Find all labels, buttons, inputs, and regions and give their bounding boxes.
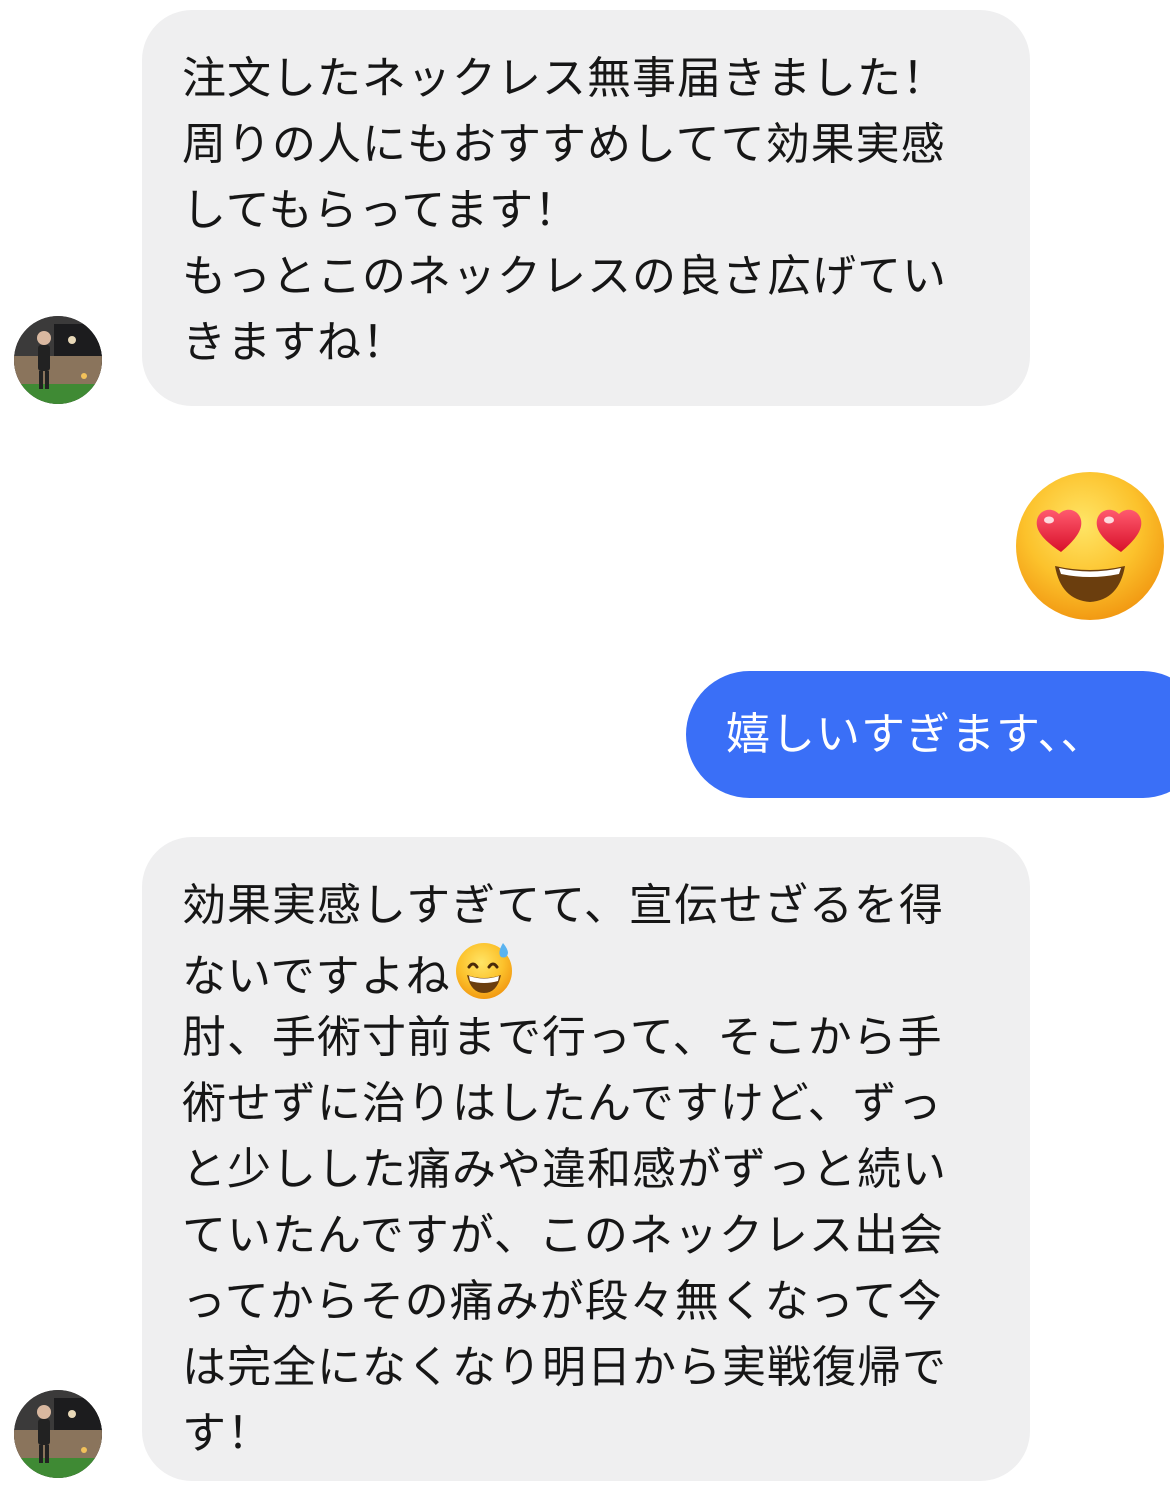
message-text-line: 効果実感しすぎてて、宣伝せざるを得 <box>182 880 944 931</box>
message-text-line: 術せずに治りはしたんですけど、ずっ <box>182 1078 943 1129</box>
message-text-line: ていたんですが、このネックレス出会 <box>182 1210 944 1261</box>
message-text-line: してもらってます！ <box>182 185 580 236</box>
message-text: 嬉しいすぎます、、 <box>726 709 1106 760</box>
sender-avatar[interactable] <box>14 1390 102 1478</box>
message-text-line: きますね！ <box>182 317 407 368</box>
message-text-line-with-emoji: ないですよね <box>182 939 1010 1005</box>
message-text-line: と少しした痛みや違和感がずっと続い <box>182 1144 947 1195</box>
heart-eyes-emoji-icon[interactable] <box>1013 470 1167 622</box>
message-text-line: は完全になくなり明日から実戦復帰で <box>182 1342 947 1393</box>
message-text-line: ってからその痛みが段々無くなって今 <box>182 1276 943 1327</box>
outgoing-message-bubble[interactable]: 嬉しいすぎます、、 <box>686 671 1170 798</box>
message-text-line: 肘、手術寸前まで行って、そこから手 <box>182 1012 943 1063</box>
message-text-line: す！ <box>182 1408 272 1459</box>
message-text-line: 周りの人にもおすすめしてて効果実感 <box>182 119 946 170</box>
message-text-line: 注文したネックレス無事届きました！ <box>182 53 947 104</box>
chat-thread[interactable]: 注文したネックレス無事届きました！ 周りの人にもおすすめしてて効果実感 してもら… <box>0 0 1170 1503</box>
incoming-message-bubble[interactable]: 注文したネックレス無事届きました！ 周りの人にもおすすめしてて効果実感 してもら… <box>142 10 1030 406</box>
grinning-sweat-emoji-icon <box>453 939 515 1001</box>
sender-avatar[interactable] <box>14 316 102 404</box>
incoming-message-bubble[interactable]: 効果実感しすぎてて、宣伝せざるを得 ないですよね 肘、手術寸前まで行って、そこか… <box>142 837 1030 1481</box>
message-text-line: もっとこのネックレスの良さ広げてい <box>182 251 947 302</box>
message-text-segment: ないですよね <box>182 951 451 1002</box>
